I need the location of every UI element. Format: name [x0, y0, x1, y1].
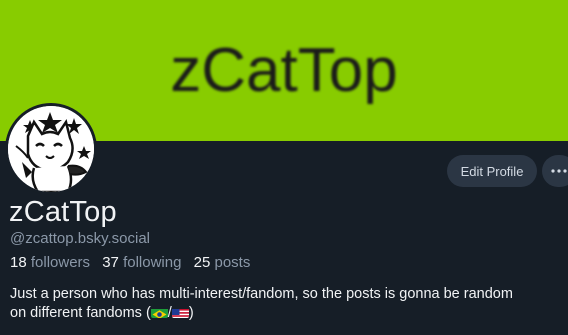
bio-line-1: Just a person who has multi-interest/fan…: [10, 286, 513, 302]
posts-label: posts: [214, 254, 251, 271]
avatar-image: [8, 106, 94, 192]
followers-count: 18: [10, 254, 27, 271]
profile-handle[interactable]: @zcattop.bsky.social: [10, 230, 150, 247]
bio-line-2-suffix: ): [188, 305, 194, 321]
bio-line-2: on different fandoms (/): [10, 304, 568, 323]
posts-stat: 25 posts: [194, 254, 251, 271]
ellipsis-icon: [551, 169, 567, 173]
display-name: zCatTop: [9, 196, 117, 228]
cat-drawing-icon: [8, 106, 94, 192]
posts-count: 25: [193, 254, 211, 271]
profile-stats: 18 followers 37 following 25 posts: [10, 254, 258, 271]
bio-line-2-prefix: on different fandoms (: [10, 305, 151, 321]
more-options-button[interactable]: [542, 155, 568, 187]
banner-text: zCatTop: [170, 35, 398, 105]
brazil-flag-icon: [150, 307, 168, 318]
following-label: following: [123, 254, 182, 271]
following-link[interactable]: 37 following: [102, 254, 181, 271]
profile-bio: Just a person who has multi-interest/fan…: [10, 285, 568, 323]
usa-flag-icon: [171, 307, 189, 318]
following-count: 37: [102, 254, 119, 271]
edit-profile-button[interactable]: Edit Profile: [447, 155, 537, 187]
profile-page: zCatTop Edit Profile zCatTop @zcattop.bs…: [0, 0, 568, 335]
followers-label: followers: [30, 254, 91, 271]
avatar[interactable]: [5, 103, 97, 195]
followers-link[interactable]: 18 followers: [10, 254, 90, 271]
